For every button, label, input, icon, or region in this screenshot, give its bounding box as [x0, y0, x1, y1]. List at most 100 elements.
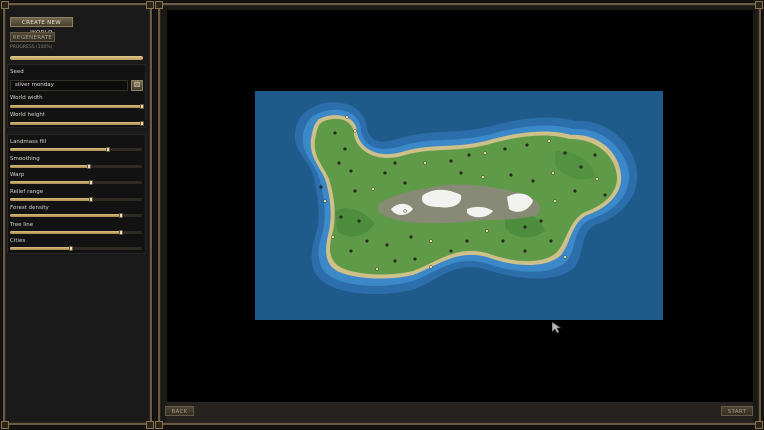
- warp-label: Warp: [10, 172, 25, 178]
- settlement-marker: [603, 193, 607, 197]
- world-width-slider[interactable]: [10, 104, 144, 109]
- settlement-marker: [501, 239, 505, 243]
- forest-slider[interactable]: [10, 213, 142, 218]
- dice-icon[interactable]: ⚄: [131, 80, 143, 91]
- settlement-marker: [485, 229, 489, 233]
- slider-fill: [10, 214, 121, 217]
- seed-input[interactable]: silver monday: [10, 80, 128, 91]
- progress-fill: [10, 56, 143, 60]
- settlement-marker: [423, 161, 427, 165]
- frame-corner: [146, 1, 154, 9]
- slider-fill: [10, 122, 142, 125]
- treeline-label: Tree line: [10, 221, 34, 228]
- warp-slider[interactable]: [10, 180, 142, 185]
- frame-corner: [155, 1, 163, 9]
- settlement-marker: [549, 239, 553, 243]
- settlement-marker: [337, 161, 341, 165]
- settlement-marker: [547, 139, 551, 143]
- slider-handle[interactable]: [140, 104, 144, 109]
- frame-corner: [1, 421, 9, 429]
- settlement-marker: [393, 161, 397, 165]
- slider-fill: [10, 197, 91, 201]
- settlement-marker: [551, 171, 555, 175]
- settlement-marker: [349, 169, 353, 173]
- seed-label: Seed: [10, 69, 24, 75]
- progress-label: PROGRESS (100%): [10, 45, 53, 50]
- settlement-marker: [467, 153, 471, 157]
- frame-corner: [1, 1, 9, 9]
- start-button[interactable]: START: [721, 406, 753, 416]
- settlement-marker: [365, 239, 369, 243]
- settlement-marker: [319, 185, 323, 189]
- frame-corner: [155, 421, 163, 429]
- slider-fill: [10, 247, 71, 250]
- settlement-marker: [385, 243, 389, 247]
- world-height-label: World height: [10, 112, 46, 118]
- settlement-marker: [413, 257, 417, 261]
- settlement-marker: [331, 235, 335, 239]
- settlement-marker: [323, 199, 327, 203]
- slider-handle[interactable]: [68, 246, 73, 251]
- settlement-marker: [523, 249, 527, 253]
- settlement-marker: [449, 249, 453, 253]
- smoothing-slider[interactable]: [10, 163, 142, 169]
- settlement-marker: [343, 147, 347, 151]
- settlement-marker: [563, 255, 567, 259]
- regenerate-button[interactable]: REGENERATE: [10, 32, 55, 42]
- settlement-marker: [449, 159, 453, 163]
- settlement-marker: [383, 171, 387, 175]
- progress-bar: [10, 56, 143, 60]
- settlement-marker: [579, 165, 583, 169]
- settlement-marker: [345, 115, 349, 119]
- world-height-slider[interactable]: [10, 121, 144, 126]
- settlement-marker: [403, 209, 407, 213]
- relief-slider[interactable]: [10, 196, 142, 202]
- slider-fill: [10, 230, 121, 234]
- settlement-marker: [349, 249, 353, 253]
- slider-fill: [10, 105, 142, 108]
- settlement-marker: [531, 179, 535, 183]
- frame-corner: [755, 421, 763, 429]
- settlement-marker: [409, 235, 413, 239]
- settlement-marker: [429, 265, 433, 269]
- settlement-marker: [553, 199, 557, 203]
- settlement-marker: [393, 259, 397, 263]
- world-map-preview[interactable]: [255, 91, 663, 320]
- cities-slider[interactable]: [10, 246, 142, 251]
- slider-fill: [10, 148, 108, 151]
- settlement-marker: [371, 187, 375, 191]
- settlement-marker: [525, 143, 529, 147]
- settlement-marker: [459, 171, 463, 175]
- slider-handle[interactable]: [88, 180, 93, 185]
- settlement-marker: [523, 225, 527, 229]
- slider-handle[interactable]: [118, 213, 123, 218]
- mouse-cursor-icon: [552, 322, 562, 334]
- create-new-world-button[interactable]: CREATE NEW WORLD: [10, 17, 73, 36]
- settlement-marker: [353, 189, 357, 193]
- settlement-marker: [429, 239, 433, 243]
- forest-label: Forest density: [10, 205, 49, 211]
- cities-label: Cities: [10, 238, 26, 244]
- slider-handle[interactable]: [140, 121, 144, 126]
- treeline-slider[interactable]: [10, 229, 142, 235]
- back-button[interactable]: BACK: [165, 406, 194, 416]
- footer-bar: [167, 402, 753, 422]
- frame-corner: [146, 421, 154, 429]
- relief-label: Relief range: [10, 188, 44, 195]
- settlement-marker: [563, 151, 567, 155]
- settlement-marker: [333, 131, 337, 135]
- smoothing-label: Smoothing: [10, 155, 40, 162]
- world-width-label: World width: [10, 95, 43, 101]
- landmass-slider[interactable]: [10, 147, 142, 152]
- settlement-marker: [403, 181, 407, 185]
- slider-handle[interactable]: [105, 147, 110, 152]
- slider-handle[interactable]: [87, 163, 92, 169]
- settlement-marker: [339, 215, 343, 219]
- landmass-label: Landmass fill: [10, 139, 47, 145]
- settlement-marker: [539, 219, 543, 223]
- slider-handle[interactable]: [88, 196, 93, 202]
- settlement-marker: [593, 153, 597, 157]
- settlement-marker: [483, 151, 487, 155]
- slider-handle[interactable]: [118, 229, 123, 235]
- settlement-marker: [595, 177, 599, 181]
